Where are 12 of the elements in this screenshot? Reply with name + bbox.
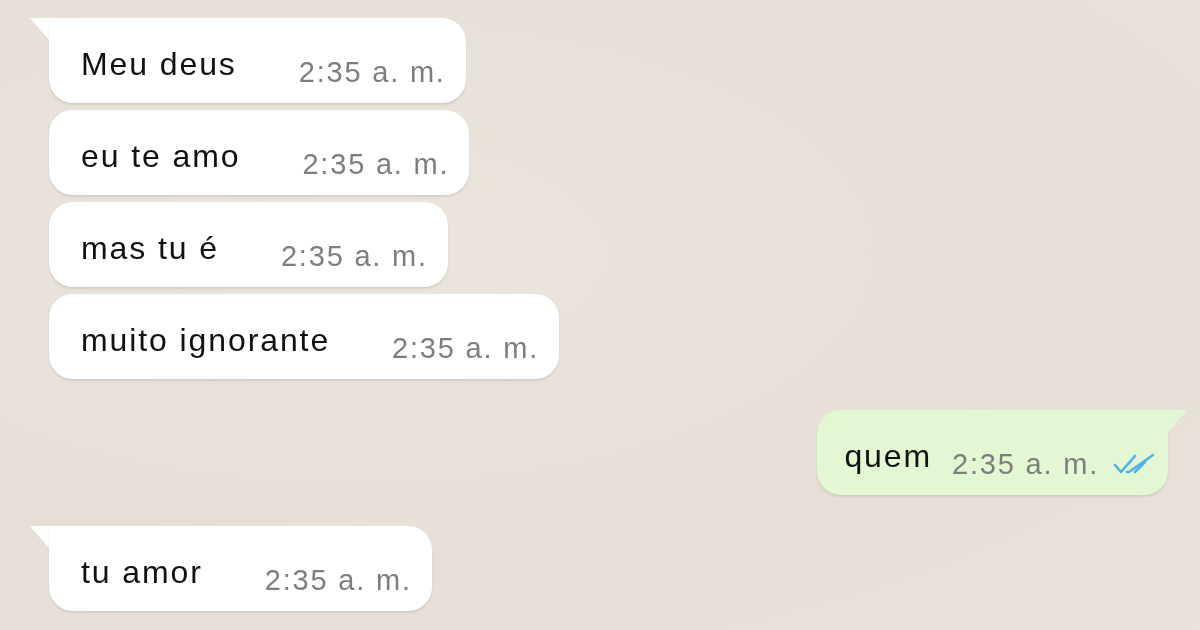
message-text: muito ignorante: [81, 321, 331, 359]
message-text: mas tu é: [81, 229, 219, 267]
message-time: 2:35 a. m.: [392, 332, 540, 364]
message-time: 2:35 a. m.: [302, 148, 450, 180]
message-text: tu amor: [81, 553, 203, 591]
message-text: quem: [844, 437, 933, 475]
message-text: eu te amo: [81, 137, 241, 175]
message-time: 2:35 a. m.: [264, 564, 412, 596]
message-time: 2:35 a. m.: [280, 240, 428, 272]
message-text: Meu deus: [81, 45, 237, 83]
message-time: 2:35 a. m.: [952, 448, 1099, 480]
message-time: 2:35 a. m.: [298, 56, 446, 88]
